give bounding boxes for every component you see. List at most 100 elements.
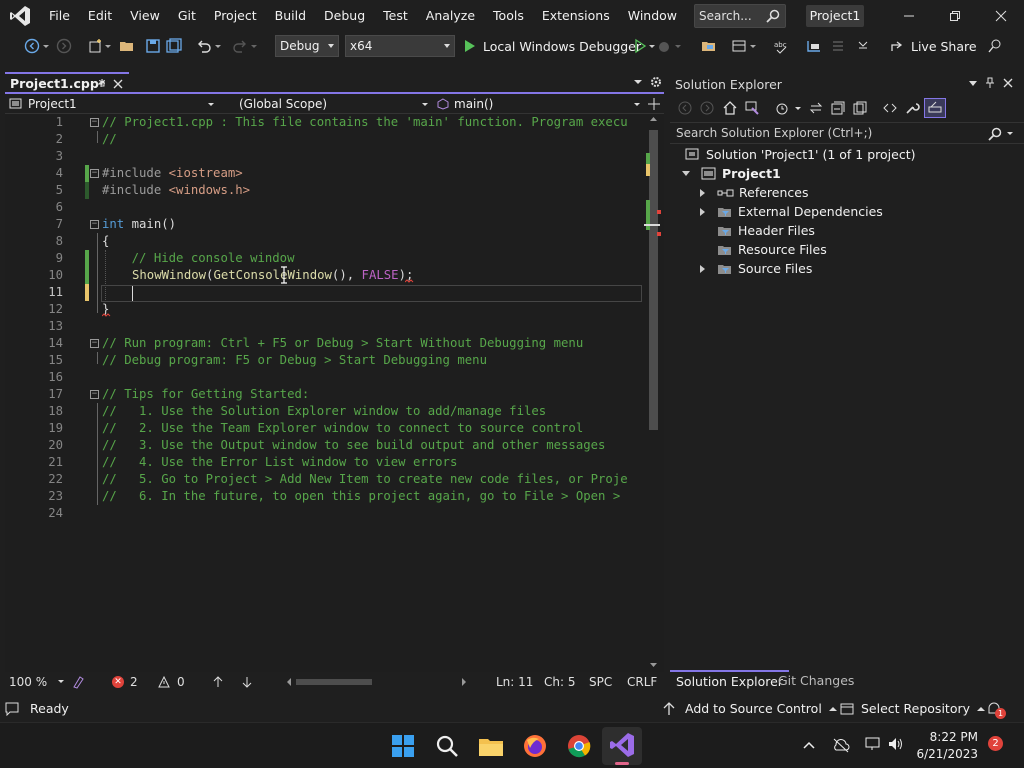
volume-icon[interactable] — [887, 736, 905, 752]
project-dropdown[interactable]: Project1 — [5, 95, 220, 113]
new-dropdown-icon[interactable] — [104, 38, 112, 54]
close-tab-icon[interactable] — [113, 79, 123, 89]
sync-active-document-icon[interactable] — [808, 100, 824, 116]
search-icon[interactable] — [433, 732, 461, 760]
menu-project[interactable]: Project — [205, 0, 266, 32]
tree-item-external-dependencies[interactable]: External Dependencies — [700, 202, 883, 221]
collapsed-arrow-icon[interactable] — [700, 188, 705, 197]
start-debugger-button[interactable]: Local Windows Debugger — [463, 36, 657, 56]
chrome-icon[interactable] — [565, 732, 593, 760]
forward-icon[interactable] — [700, 101, 714, 115]
code-cleanup-icon[interactable] — [71, 675, 85, 689]
warning-count[interactable]: 0 — [158, 675, 185, 689]
search-options-dropdown-icon[interactable] — [1006, 131, 1014, 137]
firefox-icon[interactable] — [521, 732, 549, 760]
code-editor[interactable]: 1−// Project1.cpp : This file contains t… — [5, 114, 664, 672]
back-icon[interactable] — [678, 101, 692, 115]
menu-build[interactable]: Build — [266, 0, 315, 32]
spell-check-icon[interactable]: abc — [773, 38, 789, 54]
tree-item-project[interactable]: Project1 — [682, 164, 781, 183]
navigate-forward-icon[interactable] — [56, 38, 72, 54]
undo-icon[interactable] — [196, 38, 212, 54]
view-code-icon[interactable] — [882, 100, 898, 116]
system-clock[interactable]: 8:22 PM 6/21/2023 — [916, 729, 978, 763]
menu-window[interactable]: Window — [619, 0, 686, 32]
horizontal-scrollbar-thumb[interactable] — [296, 679, 372, 685]
scope-dropdown[interactable]: (Global Scope) — [239, 95, 434, 113]
close-window-button[interactable] — [978, 0, 1024, 32]
auto-hide-pin-icon[interactable] — [985, 77, 995, 89]
tree-item-solution[interactable]: Solution 'Project1' (1 of 1 project) — [685, 145, 915, 164]
collapsed-arrow-icon[interactable] — [700, 207, 705, 216]
settings-gear-icon[interactable] — [650, 76, 662, 88]
menu-test[interactable]: Test — [374, 0, 417, 32]
menu-view[interactable]: View — [121, 0, 169, 32]
collapse-icon[interactable]: − — [90, 390, 99, 399]
network-icon[interactable] — [863, 736, 881, 752]
attach-dropdown-icon[interactable] — [674, 38, 682, 54]
cloud-offline-icon[interactable] — [832, 737, 850, 753]
navigate-back-icon[interactable] — [24, 38, 40, 54]
show-hidden-icons-chevron-icon[interactable] — [803, 741, 815, 749]
tab-git-changes[interactable]: Git Changes — [772, 670, 860, 692]
home-icon[interactable] — [722, 100, 738, 116]
collapse-icon[interactable]: − — [90, 118, 99, 127]
feedback-icon[interactable] — [987, 38, 1003, 54]
switch-views-icon[interactable] — [744, 100, 760, 116]
line-ending-indicator[interactable]: CRLF — [627, 675, 657, 689]
next-issue-icon[interactable] — [241, 676, 253, 688]
menu-edit[interactable]: Edit — [79, 0, 121, 32]
project-name-badge[interactable]: Project1 — [806, 5, 864, 27]
chevron-down-icon[interactable] — [647, 41, 657, 51]
error-count[interactable]: ✕ 2 — [112, 675, 138, 689]
comment-out-icon[interactable] — [830, 38, 846, 54]
close-panel-icon[interactable] — [1003, 78, 1013, 88]
chevron-down-icon[interactable] — [57, 679, 65, 685]
pending-changes-filter-icon[interactable] — [774, 100, 790, 116]
new-project-icon[interactable] — [88, 38, 104, 54]
tree-item-source-files[interactable]: Source Files — [700, 259, 812, 278]
zoom-select[interactable]: 100 % — [9, 675, 47, 689]
chevron-down-icon[interactable] — [794, 106, 802, 112]
menu-analyze[interactable]: Analyze — [417, 0, 484, 32]
scroll-up-icon[interactable] — [649, 116, 658, 122]
scroll-right-icon[interactable] — [461, 678, 467, 686]
taskbar-active-app[interactable] — [602, 727, 642, 765]
collapsed-arrow-icon[interactable] — [700, 264, 705, 273]
previous-issue-icon[interactable] — [212, 676, 224, 688]
file-explorer-icon[interactable] — [477, 732, 505, 760]
minimize-button[interactable] — [886, 0, 932, 32]
redo-dropdown-icon[interactable] — [250, 38, 258, 54]
breakpoint-toggle-icon[interactable] — [806, 38, 822, 54]
scroll-down-icon[interactable] — [649, 662, 658, 668]
column-indicator[interactable]: Ch: 5 — [544, 675, 575, 689]
tree-item-header-files[interactable]: Header Files — [717, 221, 815, 240]
open-folder-icon[interactable] — [119, 38, 135, 54]
window-position-dropdown-icon[interactable] — [969, 81, 977, 87]
tree-item-resource-files[interactable]: Resource Files — [717, 240, 827, 259]
add-to-source-control-button[interactable]: Add to Source Control — [663, 701, 837, 716]
folder-view-icon[interactable] — [701, 38, 717, 54]
properties-wrench-icon[interactable] — [904, 100, 920, 116]
attach-icon[interactable] — [656, 38, 672, 54]
configuration-select[interactable]: Debug — [275, 35, 339, 57]
solution-search-input[interactable]: Search Solution Explorer (Ctrl+;) — [670, 122, 1024, 144]
whitespace-indicator[interactable]: SPC — [589, 675, 612, 689]
collapse-icon[interactable]: − — [90, 220, 99, 229]
select-repository-button[interactable]: Select Repository — [840, 701, 986, 716]
toolbar-overflow-icon[interactable] — [855, 38, 871, 54]
restore-button[interactable] — [932, 0, 978, 32]
expanded-arrow-icon[interactable] — [682, 171, 690, 176]
platform-select[interactable]: x64 — [345, 35, 455, 57]
undo-dropdown-icon[interactable] — [214, 38, 222, 54]
notification-center-badge[interactable]: 2 — [988, 736, 1003, 751]
preview-selected-items-button[interactable] — [924, 98, 946, 118]
tab-list-dropdown-icon[interactable] — [633, 77, 643, 87]
tree-item-references[interactable]: References — [700, 183, 808, 202]
visual-studio-logo-icon[interactable] — [0, 0, 40, 32]
member-dropdown[interactable]: main() — [437, 95, 642, 113]
layout-dropdown-icon[interactable] — [749, 38, 757, 54]
notifications-button[interactable]: 1 — [986, 701, 1006, 719]
menu-git[interactable]: Git — [169, 0, 205, 32]
menu-extensions[interactable]: Extensions — [533, 0, 619, 32]
